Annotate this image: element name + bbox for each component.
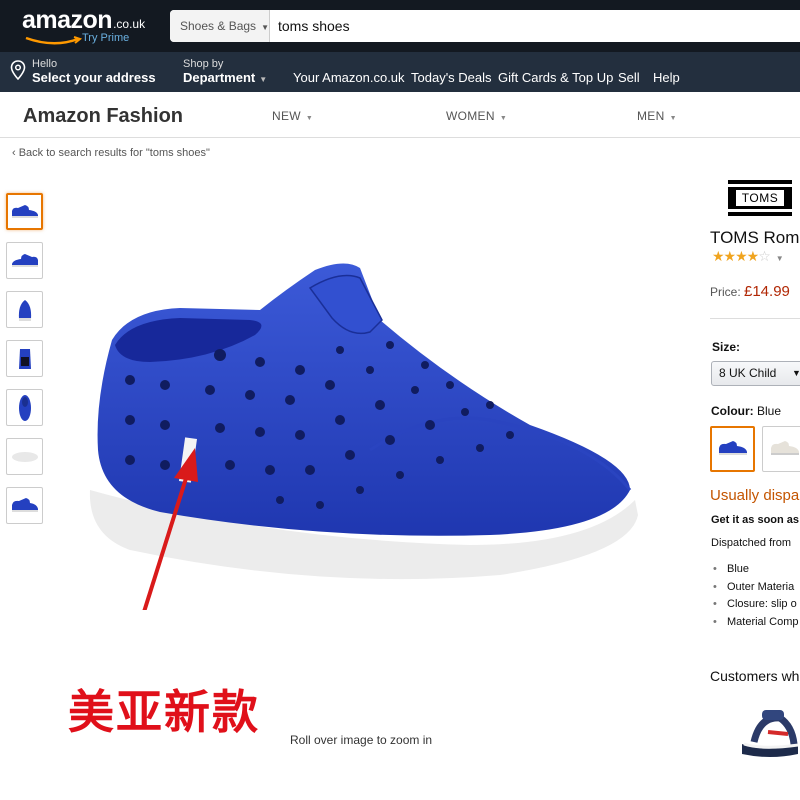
size-select-value: 8 UK Child xyxy=(719,366,777,380)
try-prime-link[interactable]: Try Prime xyxy=(82,32,129,44)
nav-sell[interactable]: Sell xyxy=(618,70,640,85)
logo-stripe-top xyxy=(728,184,792,187)
shoe-side-icon xyxy=(11,497,38,512)
search-input[interactable] xyxy=(270,10,800,42)
search-bar: Shoes & Bags ▼ xyxy=(170,10,800,42)
delivery-estimate: Get it as soon as xyxy=(711,514,800,526)
annotation-text: 美亚新款 xyxy=(68,685,260,739)
shoe-front-icon xyxy=(18,348,31,369)
colour-swatch-blue[interactable] xyxy=(710,426,755,472)
address-label: Select your address xyxy=(32,70,156,85)
list-item: Closure: slip o xyxy=(711,598,799,616)
fashion-nav-men-label: MEN xyxy=(637,109,665,123)
logo-tld: .co.uk xyxy=(113,17,146,31)
chevron-down-icon: ▼ xyxy=(792,368,800,378)
logo-word: amazon xyxy=(22,6,113,34)
star-empty-icon: ☆ xyxy=(758,248,771,264)
product-main-image[interactable] xyxy=(70,250,650,610)
list-item: Material Comp xyxy=(711,616,799,634)
size-label: Size: xyxy=(712,340,741,354)
location-pin-icon xyxy=(10,60,26,80)
divider xyxy=(710,318,800,319)
fashion-nav-men[interactable]: MEN ▼ xyxy=(637,109,677,123)
thumbnail-2[interactable] xyxy=(6,242,43,279)
chevron-down-icon: ▼ xyxy=(775,254,784,263)
shop-by-department[interactable]: Shop by Department ▼ xyxy=(183,58,267,85)
chevron-down-icon: ▼ xyxy=(305,115,314,122)
fashion-nav-new[interactable]: NEW ▼ xyxy=(272,109,313,123)
search-category-select[interactable]: Shoes & Bags ▼ xyxy=(170,10,270,42)
thumbnail-6[interactable] xyxy=(6,438,43,475)
chevron-down-icon: ▼ xyxy=(499,115,508,122)
dept-line2: Department xyxy=(183,70,256,85)
star-icon: ★★★★ xyxy=(712,248,759,264)
shoe-back-icon xyxy=(18,299,31,321)
colour-swatch-white[interactable] xyxy=(762,426,800,472)
address-greeting: Hello xyxy=(32,58,58,70)
nav-your-amazon[interactable]: Your Amazon.co.uk xyxy=(293,70,405,85)
rating-stars[interactable]: ★★★★☆ ▼ xyxy=(712,248,784,265)
chevron-down-icon: ▼ xyxy=(669,115,677,122)
shoe-sole-icon xyxy=(11,451,38,462)
shoe-side-icon xyxy=(11,253,38,267)
list-item: Blue xyxy=(711,563,799,581)
availability-text: Usually dispa xyxy=(710,487,800,504)
shoe-side-icon xyxy=(718,441,747,455)
fashion-title[interactable]: Amazon Fashion xyxy=(23,105,183,128)
dept-line1: Shop by xyxy=(183,58,224,70)
fashion-nav-women[interactable]: WOMEN ▼ xyxy=(446,109,507,123)
thumbnail-1[interactable] xyxy=(6,193,43,230)
fashion-nav-women-label: WOMEN xyxy=(446,109,495,123)
nav-todays-deals[interactable]: Today's Deals xyxy=(411,70,492,85)
thumbnail-7[interactable] xyxy=(6,487,43,524)
nav-help[interactable]: Help xyxy=(653,70,680,85)
zoom-hint: Roll over image to zoom in xyxy=(290,733,433,747)
size-select[interactable]: 8 UK Child ▼ xyxy=(711,361,800,386)
nav-gift-cards[interactable]: Gift Cards & Top Up xyxy=(498,70,613,85)
thumbnail-5[interactable] xyxy=(6,389,43,426)
thumbnail-3[interactable] xyxy=(6,291,43,328)
chevron-down-icon: ▼ xyxy=(259,75,268,84)
thumbnail-4[interactable] xyxy=(6,340,43,377)
amazon-logo[interactable]: amazon.co.uk Try Prime xyxy=(22,6,146,45)
colour-label: Colour: Blue xyxy=(711,404,781,418)
dispatched-from: Dispatched from xyxy=(711,537,792,549)
back-to-results-link[interactable]: ‹ Back to search results for "toms shoes… xyxy=(12,147,210,159)
recommended-product-image[interactable] xyxy=(740,700,800,760)
fashion-nav-new-label: NEW xyxy=(272,109,301,123)
customers-also-viewed-heading: Customers wh xyxy=(710,668,800,684)
list-item: Outer Materia xyxy=(711,581,799,599)
colour-value: Blue xyxy=(757,404,782,418)
chevron-down-icon: ▼ xyxy=(261,23,269,32)
search-category-label: Shoes & Bags xyxy=(180,19,257,33)
product-title: TOMS Romp xyxy=(710,228,800,247)
price-label: Price: xyxy=(710,285,741,299)
shoe-side-icon xyxy=(11,204,38,218)
smile-arrow-icon xyxy=(25,36,83,45)
brand-logo[interactable]: TOMS xyxy=(728,180,792,216)
brand-name: TOMS xyxy=(736,190,784,206)
price-value: £14.99 xyxy=(744,283,790,300)
feature-bullets: Blue Outer Materia Closure: slip o Mater… xyxy=(711,563,799,633)
colour-label-text: Colour: xyxy=(711,404,754,418)
shoe-side-icon xyxy=(770,441,799,455)
logo-stripe-bottom xyxy=(728,209,792,212)
shoe-top-icon xyxy=(18,394,31,421)
fashion-bar: Amazon Fashion NEW ▼ WOMEN ▼ MEN ▼ xyxy=(0,92,800,138)
